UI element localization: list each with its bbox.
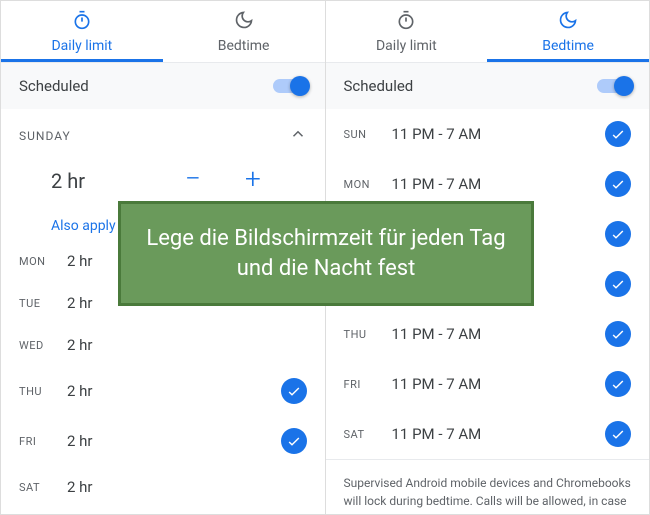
bedtime-row[interactable]: SAT11 PM - 7 AM <box>326 409 650 459</box>
day-abbr: FRI <box>19 435 67 448</box>
day-row[interactable]: WED2 hr <box>1 324 325 366</box>
day-value: 2 hr <box>67 432 281 450</box>
time-range: 11 PM - 7 AM <box>392 175 606 193</box>
hours-value: 2 hr <box>51 169 151 193</box>
tab-bedtime-left[interactable]: Bedtime <box>163 1 325 62</box>
time-range: 11 PM - 7 AM <box>392 125 606 143</box>
check-icon[interactable] <box>605 221 631 247</box>
expanded-day-header[interactable]: SUNDAY <box>1 109 325 156</box>
day-value: 2 hr <box>67 382 281 400</box>
bedtime-row[interactable]: THU11 PM - 7 AM <box>326 309 650 359</box>
bedtime-body: SUN11 PM - 7 AMMON11 PM - 7 AMTUE11 PM -… <box>326 109 650 514</box>
tab-label: Daily limit <box>376 38 437 54</box>
day-abbr: SAT <box>19 481 67 494</box>
moon-icon <box>234 10 254 34</box>
check-icon[interactable] <box>281 378 307 404</box>
bedtime-note: Supervised Android mobile devices and Ch… <box>326 459 650 514</box>
bedtime-row[interactable]: FRI11 PM - 7 AM <box>326 359 650 409</box>
time-range: 11 PM - 7 AM <box>392 325 606 343</box>
chevron-up-icon <box>289 125 307 146</box>
tab-label: Bedtime <box>542 38 594 54</box>
time-range: 11 PM - 7 AM <box>392 375 606 393</box>
check-icon[interactable] <box>605 371 631 397</box>
scheduled-label: Scheduled <box>344 77 414 95</box>
daily-body: SUNDAY 2 hr − + Also apply to... MON2 hr… <box>1 109 325 514</box>
increase-button[interactable]: + <box>235 160 271 196</box>
day-abbr: SAT <box>344 428 392 441</box>
day-row[interactable]: FRI2 hr <box>1 416 325 466</box>
expanded-day-label: SUNDAY <box>19 129 71 143</box>
overlay-banner: Lege die Bildschirmzeit für jeden Tag un… <box>118 201 534 306</box>
check-icon[interactable] <box>605 421 631 447</box>
tab-bedtime[interactable]: Bedtime <box>487 1 649 62</box>
tab-label: Daily limit <box>51 38 112 54</box>
tabs-right: Daily limit Bedtime <box>326 1 650 63</box>
scheduled-row-right: Scheduled <box>326 63 650 109</box>
bedtime-row[interactable]: SUN11 PM - 7 AM <box>326 109 650 159</box>
day-abbr: WED <box>19 339 67 352</box>
day-abbr: TUE <box>19 297 67 310</box>
scheduled-label: Scheduled <box>19 77 89 95</box>
day-abbr: MON <box>19 255 67 268</box>
check-icon[interactable] <box>605 321 631 347</box>
scheduled-toggle-right[interactable] <box>597 79 631 93</box>
scheduled-toggle[interactable] <box>273 79 307 93</box>
check-icon[interactable] <box>605 171 631 197</box>
day-row[interactable]: THU2 hr <box>1 366 325 416</box>
tabs-left: Daily limit Bedtime <box>1 1 325 63</box>
moon-icon <box>558 10 578 34</box>
day-abbr: SUN <box>344 128 392 141</box>
time-range: 11 PM - 7 AM <box>392 425 606 443</box>
decrease-button[interactable]: − <box>175 160 211 196</box>
day-abbr: THU <box>344 328 392 341</box>
timer-icon <box>72 10 92 34</box>
day-abbr: THU <box>19 385 67 398</box>
scheduled-row: Scheduled <box>1 63 325 109</box>
tab-daily-limit-right[interactable]: Daily limit <box>326 1 488 62</box>
day-row[interactable]: SAT2 hr <box>1 466 325 508</box>
day-value: 2 hr <box>67 336 307 354</box>
timer-icon <box>396 10 416 34</box>
tab-daily-limit[interactable]: Daily limit <box>1 1 163 62</box>
check-icon[interactable] <box>281 428 307 454</box>
check-icon[interactable] <box>605 121 631 147</box>
check-icon[interactable] <box>605 271 631 297</box>
tab-label: Bedtime <box>218 38 270 54</box>
day-value: 2 hr <box>67 478 307 496</box>
day-abbr: MON <box>344 178 392 191</box>
day-abbr: FRI <box>344 378 392 391</box>
